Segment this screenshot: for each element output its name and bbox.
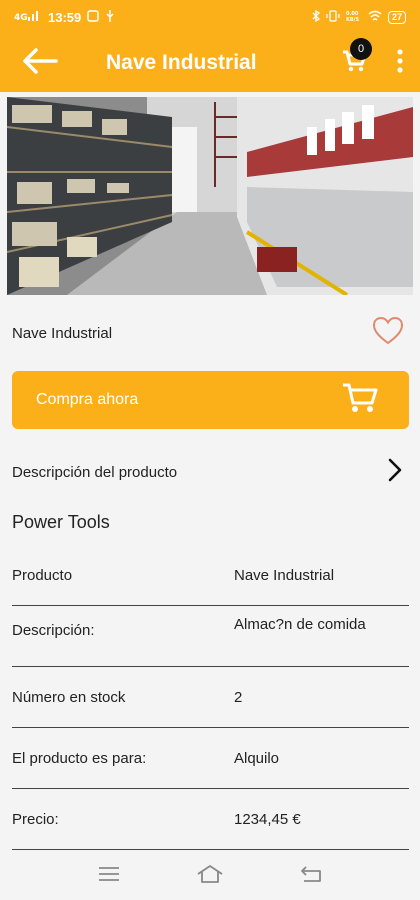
page-title: Nave Industrial <box>106 51 257 74</box>
system-nav-bar <box>0 852 420 900</box>
product-description-link[interactable]: Descripción del producto <box>0 450 420 494</box>
cart-count-badge: 0 <box>350 38 372 60</box>
status-bar: 4G 13:59 0.00 KB/S 27 <box>0 0 420 34</box>
cart-icon <box>341 381 379 420</box>
spec-row: Descripción: Almac?n de comida <box>12 606 409 667</box>
wifi-icon <box>368 10 382 25</box>
product-name-row: Nave Industrial <box>0 308 420 358</box>
description-link-label: Descripción del producto <box>12 463 178 481</box>
status-right: 0.00 KB/S 27 <box>312 9 406 25</box>
signal-icon: 4G <box>14 10 42 25</box>
spec-value: Almac?n de comida <box>234 616 366 633</box>
spec-value: 2 <box>234 688 243 706</box>
cart-button[interactable]: 0 <box>328 34 380 92</box>
buy-now-label: Compra ahora <box>36 391 139 408</box>
back-nav-icon[interactable] <box>300 865 322 888</box>
product-name: Nave Industrial <box>12 324 113 342</box>
bluetooth-icon <box>312 9 321 25</box>
vibrate-icon <box>326 9 340 25</box>
status-time: 13:59 <box>48 9 82 25</box>
svg-text:4G: 4G <box>14 13 28 22</box>
chevron-right-icon <box>388 458 402 486</box>
spec-label: Precio: <box>12 810 59 828</box>
app-bar: Nave Industrial 0 <box>0 34 420 92</box>
more-options-button[interactable] <box>380 34 420 92</box>
spec-value: Nave Industrial <box>234 566 335 584</box>
battery-icon: 27 <box>387 10 406 24</box>
spec-row: Número en stock 2 <box>12 667 409 728</box>
category-title: Power Tools <box>12 512 110 532</box>
spec-value: Alquilo <box>234 749 280 767</box>
arrow-left-icon <box>22 47 58 79</box>
notification-icon <box>87 9 99 25</box>
heart-outline-icon <box>372 316 404 351</box>
product-spec-table: Producto Nave Industrial Descripción: Al… <box>12 545 409 850</box>
spec-row: Precio: 1234,45 € <box>12 789 409 850</box>
product-image <box>7 97 413 295</box>
spec-label: El producto es para: <box>12 749 147 767</box>
status-left: 4G 13:59 <box>14 9 115 25</box>
buy-now-button[interactable]: Compra ahora <box>12 371 409 429</box>
svg-text:KB/S: KB/S <box>346 17 360 22</box>
spec-label: Descripción: <box>12 622 95 639</box>
data-speed-icon: 0.00 KB/S <box>346 10 362 25</box>
more-vertical-icon <box>397 48 403 78</box>
spec-row: El producto es para: Alquilo <box>12 728 409 789</box>
favorite-button[interactable] <box>368 313 408 353</box>
usb-icon <box>105 9 115 25</box>
spec-label: Producto <box>12 566 73 584</box>
home-icon[interactable] <box>196 864 224 889</box>
spec-value: 1234,45 € <box>234 810 301 828</box>
spec-row: Producto Nave Industrial <box>12 545 409 606</box>
spec-label: Número en stock <box>12 688 126 706</box>
menu-icon[interactable] <box>98 866 120 887</box>
back-button[interactable] <box>0 34 80 92</box>
